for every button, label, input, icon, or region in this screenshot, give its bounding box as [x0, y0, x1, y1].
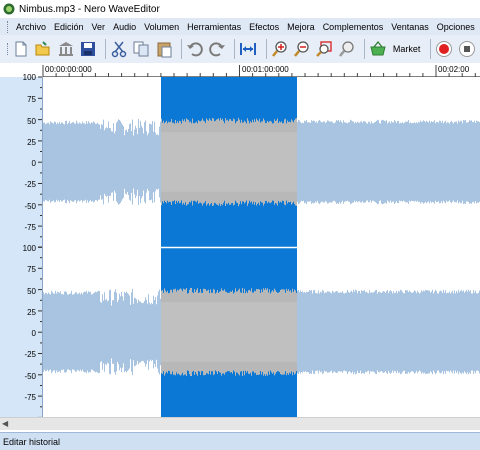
toolbar-separator [234, 39, 236, 59]
record-button[interactable] [435, 39, 453, 59]
status-text: Editar historial [3, 436, 61, 447]
save-icon [80, 42, 95, 56]
selection-wave-highlight [161, 302, 297, 362]
selection-wave-highlight [161, 132, 297, 192]
menu-efectos[interactable]: Efectos [245, 22, 283, 32]
toolbar-separator [363, 39, 365, 59]
timeline-label-2: 00:02:00 [438, 65, 470, 74]
waveform-channel-bottom[interactable] [43, 287, 480, 377]
zoom-out-icon [293, 41, 309, 57]
zoom-in-button[interactable] [270, 39, 288, 59]
menu-ver[interactable]: Ver [88, 22, 110, 32]
scale-label-50: 50 [27, 287, 36, 296]
cut-icon [111, 41, 127, 58]
menu-volumen[interactable]: Volumen [140, 22, 183, 32]
stop-icon [458, 41, 475, 57]
zoom-in-icon [271, 41, 287, 57]
new-icon [15, 41, 27, 57]
menu-ventanas[interactable]: Ventanas [387, 22, 433, 32]
redo-icon [209, 42, 226, 57]
library-button[interactable] [56, 39, 74, 59]
undo-button[interactable] [186, 39, 204, 59]
zoom-full-button[interactable] [337, 39, 355, 59]
scale-label-minus-75: -75 [24, 223, 36, 232]
scale-label-0: 0 [32, 159, 37, 168]
cut-button[interactable] [110, 39, 128, 59]
redo-button[interactable] [208, 39, 226, 59]
scale-label-minus-25: -25 [24, 180, 36, 189]
menu-complementos[interactable]: Complementos [319, 22, 388, 32]
copy-button[interactable] [132, 39, 150, 59]
menu-archivo[interactable]: Archivo [12, 22, 50, 32]
zoom-selection-icon [316, 41, 332, 57]
menu-herramientas[interactable]: Herramientas [183, 22, 245, 32]
zoom-out-button[interactable] [293, 39, 311, 59]
scale-label-minus-50: -50 [24, 372, 36, 381]
waveform-canvas[interactable]: 00:00:00:000 00:01:00:000 00:02:00 100 7… [0, 63, 480, 417]
scale-label-75: 75 [27, 95, 36, 104]
waveform-channel-top[interactable] [43, 117, 480, 207]
status-bar: Editar historial [0, 432, 480, 450]
open-icon [35, 41, 50, 56]
window-title: Nimbus.mp3 - Nero WaveEditor [19, 3, 160, 15]
copy-icon [133, 41, 149, 57]
menu-opciones[interactable]: Opciones [433, 22, 479, 32]
scale-label-100: 100 [23, 73, 37, 82]
zoom-full-icon [338, 41, 354, 57]
scale-label-100: 100 [23, 244, 37, 253]
fit-selection-icon [240, 43, 257, 55]
title-bar: Nimbus.mp3 - Nero WaveEditor [0, 0, 480, 18]
zoom-selection-button[interactable] [315, 39, 333, 59]
waveform-editor[interactable]: 00:00:00:000 00:01:00:000 00:02:00 100 7… [0, 63, 480, 417]
scale-label-75: 75 [27, 265, 36, 274]
menu-audio[interactable]: Audio [109, 22, 140, 32]
scroll-left-icon[interactable]: ◀ [2, 419, 11, 429]
scale-label-50: 50 [27, 117, 36, 126]
library-icon [58, 42, 73, 56]
paste-icon [157, 42, 172, 58]
market-label[interactable]: Market [393, 44, 421, 54]
menu-edicion[interactable]: Edición [50, 22, 88, 32]
undo-icon [186, 42, 203, 57]
timeline-label-1: 00:01:00:000 [242, 65, 289, 74]
toolbar-separator [430, 39, 432, 59]
scale-label-25: 25 [27, 138, 36, 147]
menu-grip [7, 20, 10, 33]
scale-label-minus-25: -25 [24, 350, 36, 359]
scale-label-minus-75: -75 [24, 393, 36, 402]
horizontal-scrollbar[interactable]: ◀ [0, 417, 480, 430]
toolbar-separator [105, 39, 106, 59]
toolbar-separator [265, 39, 267, 59]
scale-label-0: 0 [32, 329, 37, 338]
timeline-label-0: 00:00:00:000 [45, 65, 92, 74]
stop-button[interactable] [458, 39, 476, 59]
market-basket-icon [370, 40, 386, 56]
fit-selection-button[interactable] [239, 39, 257, 59]
open-button[interactable] [34, 39, 52, 59]
toolbar: Market [0, 35, 480, 63]
menu-bar: Archivo Edición Ver Audio Volumen Herram… [0, 18, 480, 35]
toolbar-separator [180, 39, 182, 59]
record-icon [436, 41, 453, 57]
nero-app-icon [3, 3, 15, 15]
market-button[interactable] [369, 39, 387, 59]
new-button[interactable] [12, 39, 30, 59]
toolbar-grip [7, 43, 10, 55]
scale-label-25: 25 [27, 308, 36, 317]
paste-button[interactable] [155, 39, 173, 59]
menu-mejora[interactable]: Mejora [283, 22, 319, 32]
scale-label-minus-50: -50 [24, 202, 36, 211]
save-button[interactable] [79, 39, 97, 59]
